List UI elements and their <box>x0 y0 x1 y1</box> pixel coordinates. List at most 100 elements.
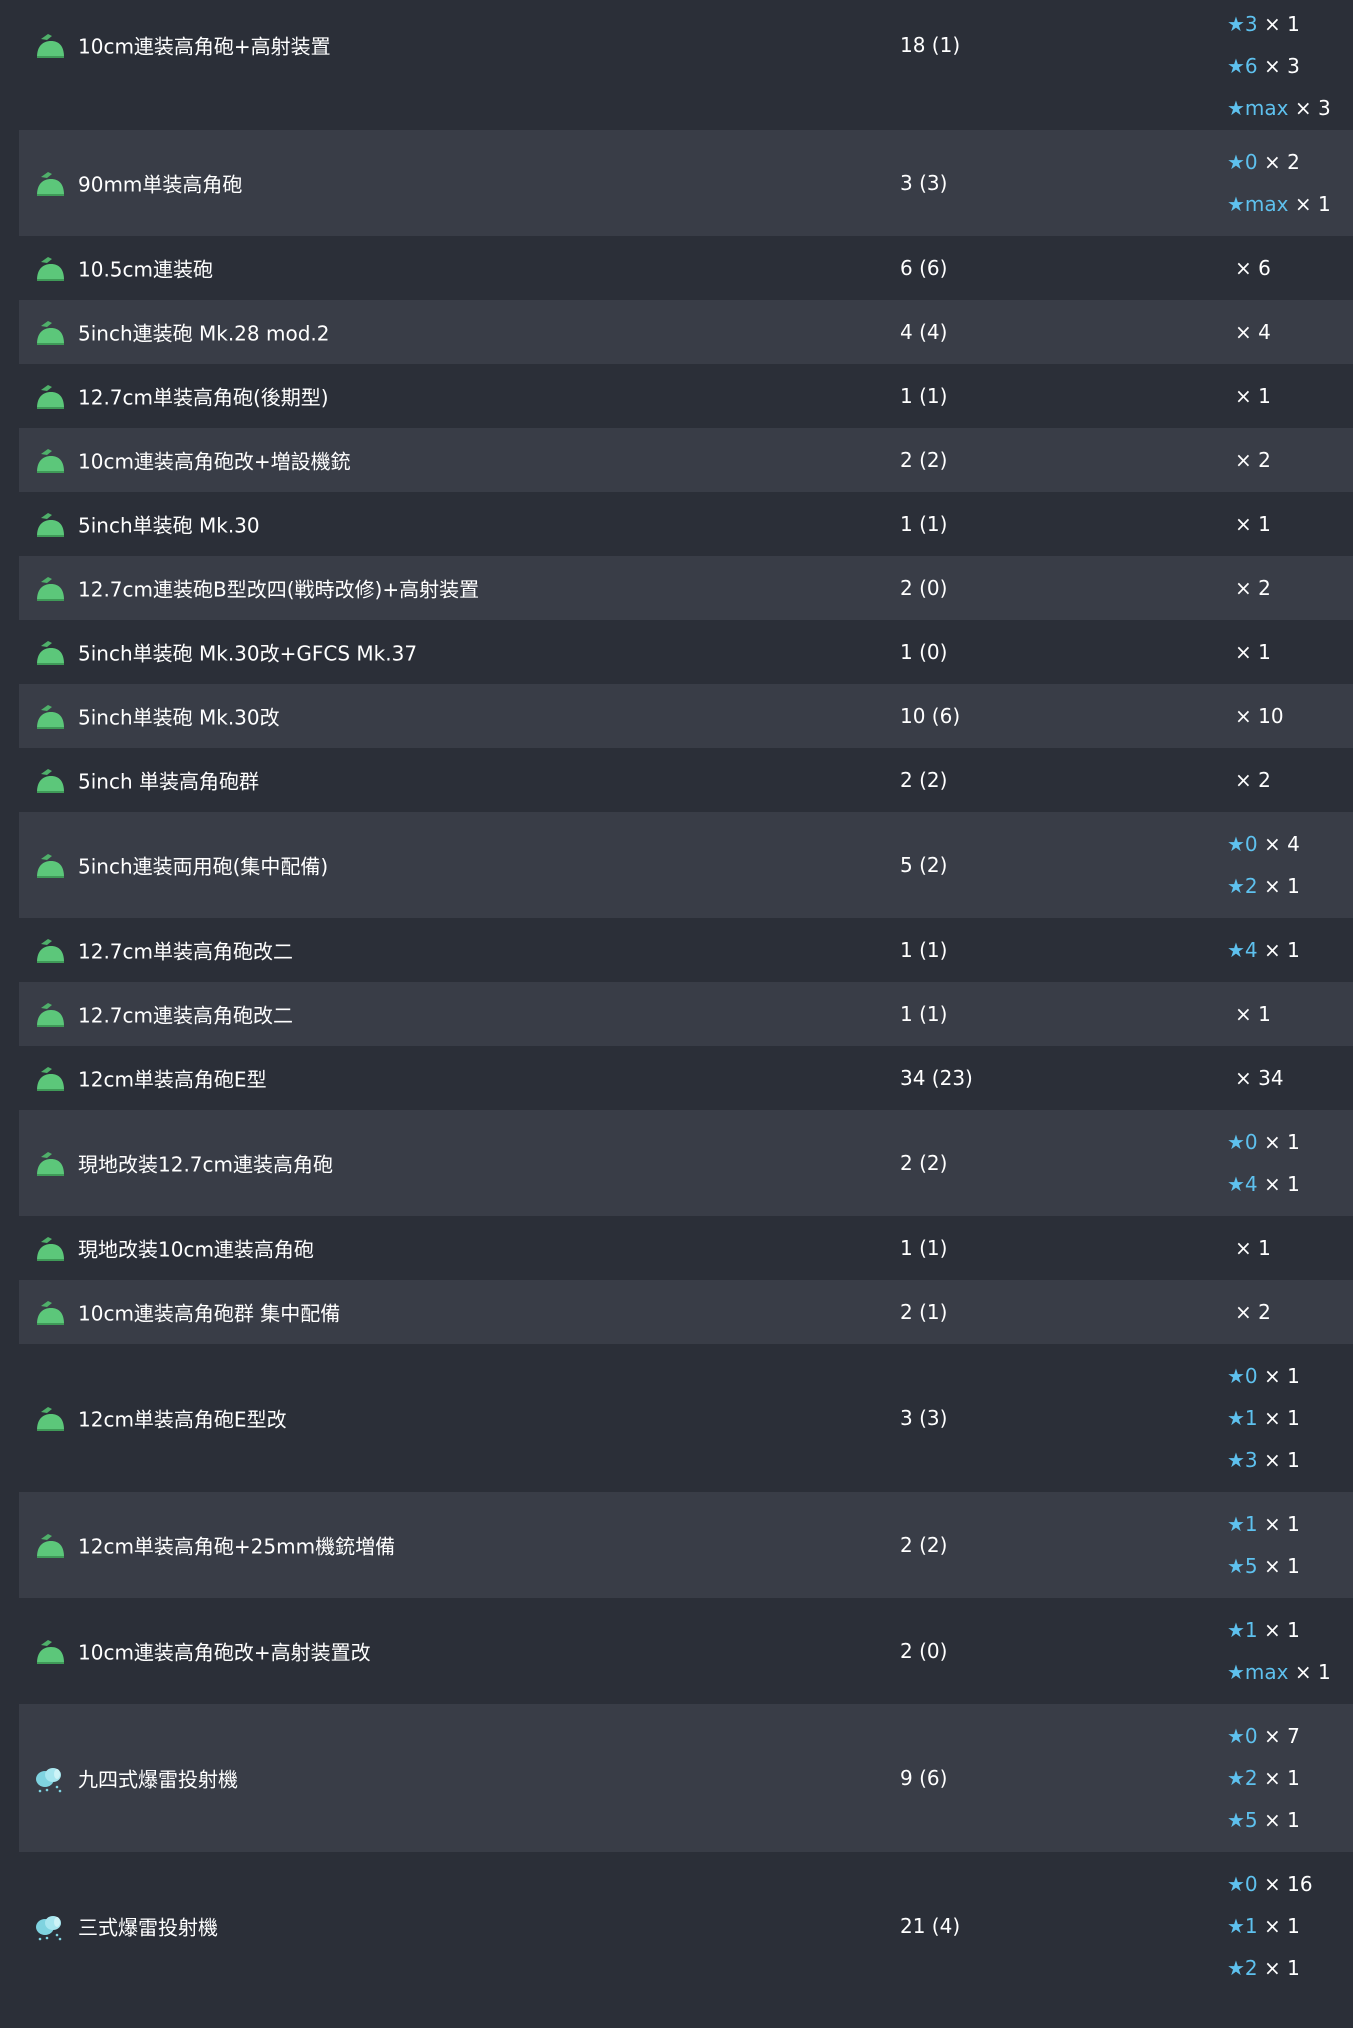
gun-mount-icon <box>32 1297 68 1327</box>
improvement-list: × 1 <box>1227 375 1271 417</box>
improvement-list: × 1 <box>1227 1227 1271 1269</box>
improvement-entry: ★4 × 1 <box>1227 929 1300 971</box>
star-level: ★2 <box>1227 1956 1258 1980</box>
improvement-entry: × 1 <box>1227 1227 1271 1269</box>
star-level: ★max <box>1227 192 1289 216</box>
table-row[interactable]: 90mm単装高角砲 3 (3) ★0 × 2 ★max × 1 <box>19 130 1353 236</box>
equipment-name: 5inch連装両用砲(集中配備) <box>78 854 329 879</box>
table-row[interactable]: 10cm連装高角砲改+高射装置改 2 (0) ★1 × 1 ★max × 1 <box>19 1598 1353 1704</box>
improvement-entry: ★3 × 1 <box>1227 1439 1300 1481</box>
improvement-entry: × 1 <box>1227 631 1271 673</box>
improvement-entry: ★5 × 1 <box>1227 1545 1300 1587</box>
star-level: ★3 <box>1227 1448 1258 1472</box>
improvement-entry: ★0 × 7 <box>1227 1715 1300 1757</box>
improvement-list: × 2 <box>1227 567 1271 609</box>
table-row[interactable]: 現地改装10cm連装高角砲 1 (1) × 1 <box>19 1216 1353 1280</box>
table-row[interactable]: 12.7cm単装高角砲(後期型) 1 (1) × 1 <box>19 364 1353 428</box>
improvement-entry: ★2 × 1 <box>1227 1757 1300 1799</box>
table-row[interactable]: 5inch単装砲 Mk.30改 10 (6) × 10 <box>19 684 1353 748</box>
improvement-entry: ★0 × 4 <box>1227 823 1300 865</box>
table-row[interactable]: 5inch単装砲 Mk.30改+GFCS Mk.37 1 (0) × 1 <box>19 620 1353 684</box>
equipment-count: 4 (4) <box>900 320 948 344</box>
improvement-entry: × 2 <box>1227 1291 1271 1333</box>
gun-mount-icon <box>32 30 68 60</box>
improvement-count: × 4 <box>1264 832 1300 856</box>
table-row[interactable]: 12cm単装高角砲+25mm機銃増備 2 (2) ★1 × 1 ★5 × 1 <box>19 1492 1353 1598</box>
improvement-list: ★0 × 1 ★4 × 1 <box>1227 1121 1300 1205</box>
table-row[interactable]: 九四式爆雷投射機 9 (6) ★0 × 7 ★2 × 1 ★5 × 1 <box>19 1704 1353 1852</box>
table-row[interactable]: 10.5cm連装砲 6 (6) × 6 <box>19 236 1353 300</box>
equipment-name: 12.7cm連装砲B型改四(戦時改修)+高射装置 <box>78 577 480 602</box>
improvement-count: × 1 <box>1235 384 1271 408</box>
star-level: ★6 <box>1227 54 1258 78</box>
improvement-count: × 2 <box>1235 1300 1271 1324</box>
improvement-count: × 1 <box>1235 1236 1271 1260</box>
table-row[interactable]: 10cm連装高角砲改+増設機銃 2 (2) × 2 <box>19 428 1353 492</box>
table-row[interactable]: 5inch連装両用砲(集中配備) 5 (2) ★0 × 4 ★2 × 1 <box>19 812 1353 918</box>
improvement-entry: × 2 <box>1227 759 1271 801</box>
table-row[interactable]: 10cm連装高角砲群 集中配備 2 (1) × 2 <box>19 1280 1353 1344</box>
table-row[interactable]: 三式爆雷投射機 21 (4) ★0 × 16 ★1 × 1 ★2 × 1 <box>19 1852 1353 2000</box>
equipment-count: 21 (4) <box>900 1914 961 1938</box>
improvement-list: ★0 × 16 ★1 × 1 ★2 × 1 <box>1227 1863 1313 1989</box>
equipment-name: 5inch単装砲 Mk.30改 <box>78 705 280 730</box>
improvement-count: × 16 <box>1264 1872 1313 1896</box>
gun-mount-icon <box>32 445 68 475</box>
improvement-entry: ★3 × 1 <box>1227 3 1331 45</box>
gun-mount-icon <box>32 1063 68 1093</box>
gun-mount-icon <box>32 573 68 603</box>
improvement-entry: ★0 × 16 <box>1227 1863 1313 1905</box>
improvement-count: × 1 <box>1264 1448 1300 1472</box>
star-level: ★max <box>1227 96 1289 120</box>
table-row[interactable]: 12cm単装高角砲E型 34 (23) × 34 <box>19 1046 1353 1110</box>
table-row[interactable]: 12.7cm単装高角砲改二 1 (1) ★4 × 1 <box>19 918 1353 982</box>
improvement-list: ★0 × 4 ★2 × 1 <box>1227 823 1300 907</box>
equipment-count: 34 (23) <box>900 1066 973 1090</box>
equipment-name: 90mm単装高角砲 <box>78 172 243 197</box>
star-level: ★2 <box>1227 1766 1258 1790</box>
improvement-count: × 1 <box>1235 512 1271 536</box>
equipment-count: 1 (1) <box>900 1002 948 1026</box>
improvement-count: × 1 <box>1264 874 1300 898</box>
star-level: ★0 <box>1227 1130 1258 1154</box>
improvement-count: × 34 <box>1235 1066 1284 1090</box>
improvement-entry: × 10 <box>1227 695 1284 737</box>
table-row[interactable]: 5inch単装砲 Mk.30 1 (1) × 1 <box>19 492 1353 556</box>
equipment-count: 1 (1) <box>900 938 948 962</box>
improvement-entry: × 2 <box>1227 439 1271 481</box>
gun-mount-icon <box>32 637 68 667</box>
improvement-count: × 1 <box>1264 1406 1300 1430</box>
equipment-name: 12cm単装高角砲E型改 <box>78 1407 287 1432</box>
improvement-entry: × 34 <box>1227 1057 1284 1099</box>
table-row[interactable]: 12.7cm連装高角砲改二 1 (1) × 1 <box>19 982 1353 1046</box>
table-row[interactable]: 現地改装12.7cm連装高角砲 2 (2) ★0 × 1 ★4 × 1 <box>19 1110 1353 1216</box>
improvement-count: × 1 <box>1264 1512 1300 1536</box>
table-row[interactable]: 10cm連装高角砲+高射装置18 (1)★0 × 11★3 × 1★6 × 3★… <box>19 0 1353 130</box>
improvement-count: × 1 <box>1264 1130 1300 1154</box>
gun-mount-icon <box>32 1636 68 1666</box>
table-row[interactable]: 5inch連装砲 Mk.28 mod.2 4 (4) × 4 <box>19 300 1353 364</box>
table-row[interactable]: 5inch 単装高角砲群 2 (2) × 2 <box>19 748 1353 812</box>
gun-mount-icon <box>32 701 68 731</box>
gun-mount-icon <box>32 381 68 411</box>
gun-mount-icon <box>32 253 68 283</box>
equipment-name: 5inch 単装高角砲群 <box>78 769 259 794</box>
equipment-name: 12cm単装高角砲+25mm機銃増備 <box>78 1534 396 1559</box>
star-level: ★max <box>1227 1660 1289 1684</box>
gun-mount-icon <box>32 765 68 795</box>
table-row[interactable]: 12cm単装高角砲E型改 3 (3) ★0 × 1 ★1 × 1 ★3 × 1 <box>19 1344 1353 1492</box>
equipment-count: 1 (0) <box>900 640 948 664</box>
improvement-entry: ★5 × 1 <box>1227 1799 1300 1841</box>
improvement-count: × 7 <box>1264 1724 1300 1748</box>
equipment-count: 2 (1) <box>900 1300 948 1324</box>
equipment-name: 現地改装10cm連装高角砲 <box>78 1237 314 1262</box>
table-row[interactable]: 12.7cm連装砲B型改四(戦時改修)+高射装置 2 (0) × 2 <box>19 556 1353 620</box>
improvement-entry: ★2 × 1 <box>1227 865 1300 907</box>
improvement-entry: ★4 × 1 <box>1227 1163 1300 1205</box>
improvement-entry: × 2 <box>1227 567 1271 609</box>
star-level: ★1 <box>1227 1914 1258 1938</box>
star-level: ★4 <box>1227 1172 1258 1196</box>
improvement-entry: ★2 × 1 <box>1227 1947 1313 1989</box>
improvement-list: ★1 × 1 ★max × 1 <box>1227 1609 1331 1693</box>
star-level: ★0 <box>1227 1364 1258 1388</box>
